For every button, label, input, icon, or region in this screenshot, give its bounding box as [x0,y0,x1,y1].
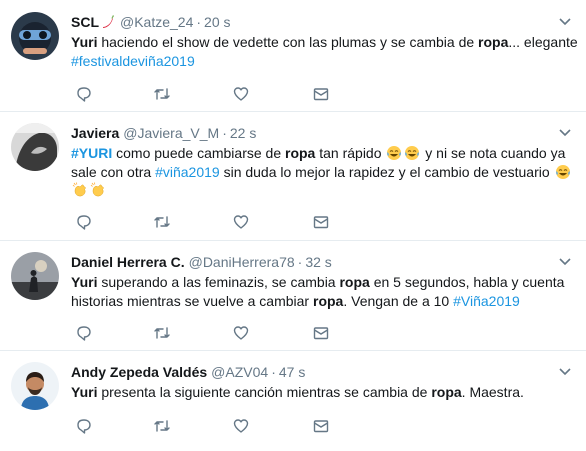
user-handle[interactable]: @AZV04 [211,364,268,380]
tweet-text-segment: . Maestra. [461,384,524,400]
user-handle[interactable]: @DaniHerrera78 [189,254,295,270]
reply-icon[interactable] [75,85,93,103]
avatar[interactable] [11,12,59,60]
display-name[interactable]: Andy Zepeda Valdés [71,364,207,380]
separator-dot: · [196,14,202,30]
retweet-icon[interactable] [153,417,171,435]
user-handle[interactable]: @Javiera_V_M [123,125,219,141]
tweet-text-segment: tan rápido [315,145,386,161]
hashtag-link[interactable]: #Viña2019 [453,293,520,309]
reply-icon[interactable] [75,417,93,435]
chevron-down-icon[interactable] [557,363,573,379]
tweet-text-segment: sin duda lo mejor la rapidez y el cambio… [219,163,554,180]
highlighted-keyword: Yuri [71,384,98,400]
heart-icon[interactable] [232,85,250,103]
display-name[interactable]: Daniel Herrera C. [71,254,185,270]
highlighted-keyword: Yuri [71,34,98,50]
tweet[interactable]: Andy Zepeda Valdés @AZV04 · 47 s Yuri prese… [0,351,586,451]
clapping-hands-icon [90,182,104,197]
user-handle[interactable]: @Katze_24 [120,14,193,30]
tweet-actions [71,324,341,342]
heart-icon[interactable] [232,213,250,231]
hashtag-link[interactable]: #viña2019 [155,164,220,180]
heart-icon[interactable] [232,417,250,435]
highlighted-keyword: ropa [431,384,462,400]
tweet-text: Yuri presenta la siguiente canción mient… [71,383,579,402]
display-name[interactable]: SCL [71,14,99,30]
chevron-down-icon[interactable] [557,13,573,29]
tweet[interactable]: Javiera @Javiera_V_M · 22 s #YURI como pued… [0,112,586,240]
reply-icon[interactable] [75,213,93,231]
tweet-header: Andy Zepeda Valdés @AZV04 · 47 s [71,363,305,381]
clapping-hands-icon [72,182,86,197]
tweet-text-segment: . Vengan de a 10 [343,292,454,309]
timestamp[interactable]: 20 s [204,14,230,30]
tears-of-joy-icon [387,146,402,160]
tears-of-joy-icon [405,146,420,160]
avatar[interactable] [11,123,59,171]
envelope-icon[interactable] [312,324,330,342]
tweet-header: Daniel Herrera C. @DaniHerrera78 · 32 s [71,253,332,271]
retweet-icon[interactable] [153,85,171,103]
highlighted-keyword: ropa [285,145,316,161]
tweet-text: Yuri haciendo el show de vedette con las… [71,33,579,70]
chevron-down-icon[interactable] [557,124,573,140]
tweet-text: Yuri superando a las feminazis, se cambi… [71,273,579,310]
timestamp[interactable]: 22 s [230,125,256,141]
hashtag-link[interactable]: #YURI [71,145,112,161]
timestamp[interactable]: 32 s [305,254,331,270]
tweet-timeline: SCL @Katze_24 · 20 s Yuri haciendo el show … [0,0,586,451]
heart-icon[interactable] [232,324,250,342]
tweet-text: #YURI como puede cambiarse de ropa tan r… [71,144,579,200]
separator-dot: · [297,254,303,270]
tweet[interactable]: SCL @Katze_24 · 20 s Yuri haciendo el show … [0,0,586,111]
separator-dot: · [222,125,227,141]
highlighted-keyword: ropa [339,274,370,290]
tweet-text-segment: ... elegante [508,34,578,50]
envelope-icon[interactable] [312,213,330,231]
tears-of-joy-icon [555,164,570,179]
highlighted-keyword: Yuri [71,274,98,290]
tweet[interactable]: Daniel Herrera C. @DaniHerrera78 · 32 s Yur… [0,241,586,350]
envelope-icon[interactable] [312,85,330,103]
display-name[interactable]: Javiera [71,125,119,141]
timestamp[interactable]: 47 s [279,364,305,380]
tweet-text-segment: haciendo el show de vedette con las plum… [97,34,479,50]
retweet-icon[interactable] [153,324,171,342]
avatar[interactable] [11,362,59,410]
envelope-icon[interactable] [312,417,330,435]
retweet-icon[interactable] [153,213,171,231]
hashtag-link[interactable]: #festivaldeviña2019 [71,53,195,69]
chevron-down-icon[interactable] [557,253,573,269]
chili-pepper-icon [103,15,114,28]
tweet-actions [71,213,341,231]
separator-dot: · [271,364,276,380]
tweet-text-segment: superando a las feminazis, se cambia [97,274,340,290]
highlighted-keyword: ropa [313,292,344,309]
tweet-text-segment: como puede cambiarse de [112,145,285,161]
highlighted-keyword: ropa [478,34,509,50]
tweet-actions [71,85,341,103]
reply-icon[interactable] [75,324,93,342]
tweet-text-segment: presenta la siguiente canción mientras s… [97,384,432,400]
tweet-actions [71,417,341,435]
tweet-header: Javiera @Javiera_V_M · 22 s [71,124,256,142]
avatar[interactable] [11,252,59,300]
tweet-header: SCL @Katze_24 · 20 s [71,13,231,31]
